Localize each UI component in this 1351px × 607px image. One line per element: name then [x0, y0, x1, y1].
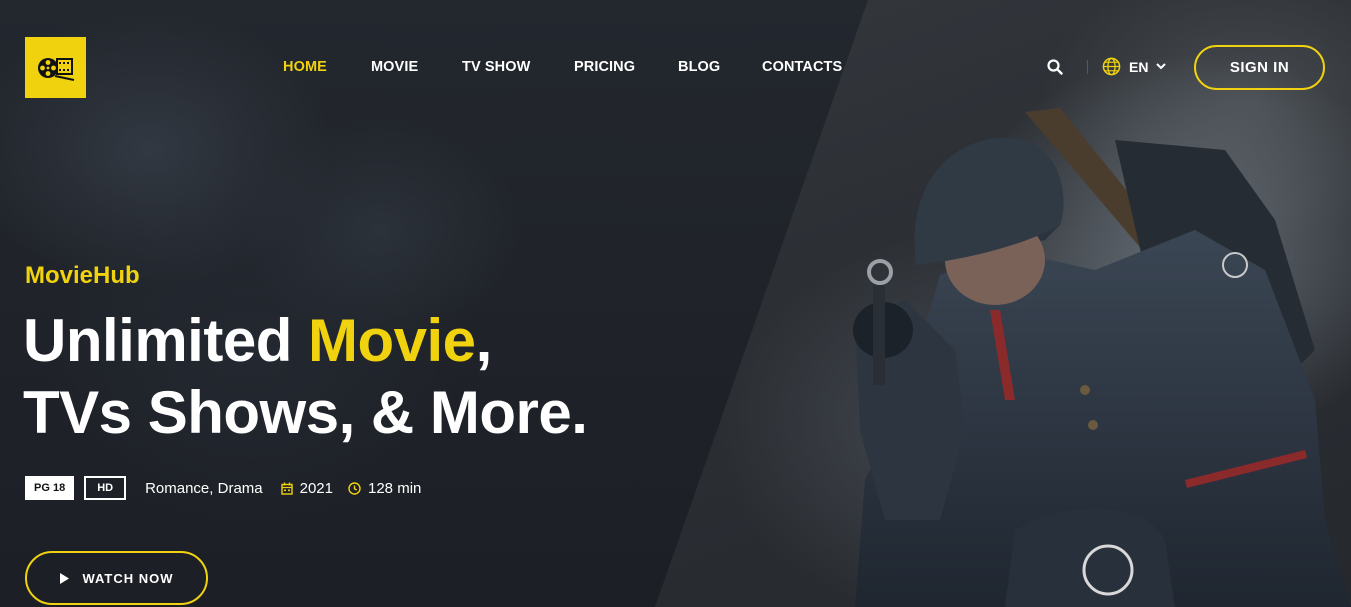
- movie-meta: PG 18 HD Romance, Drama 2021 128 min: [25, 476, 421, 500]
- clock-icon: [348, 481, 361, 495]
- play-icon: [60, 572, 70, 584]
- language-label: EN: [1129, 58, 1149, 75]
- nav-item-home[interactable]: HOME: [283, 59, 327, 75]
- title-part-1: Unlimited: [23, 307, 309, 374]
- genre-text: Romance, Drama: [145, 479, 263, 497]
- sign-in-button[interactable]: SIGN IN: [1194, 45, 1325, 90]
- quality-badge: HD: [84, 476, 127, 500]
- duration-text: 128 min: [368, 479, 422, 497]
- site-logo[interactable]: [25, 37, 86, 98]
- release-year: 2021: [280, 479, 333, 497]
- watch-now-button[interactable]: WATCH NOW: [25, 551, 208, 605]
- nav-item-contacts[interactable]: CONTACTS: [762, 59, 842, 75]
- film-reel-icon: [37, 57, 74, 81]
- nav-item-tv-show[interactable]: TV SHOW: [462, 59, 530, 75]
- globe-icon: [1102, 57, 1121, 76]
- calendar-icon: [280, 482, 293, 495]
- hero-soldier-image: [853, 108, 1351, 607]
- duration: 128 min: [348, 480, 421, 497]
- nav-item-blog[interactable]: BLOG: [678, 59, 720, 75]
- title-highlight: Movie: [308, 307, 476, 374]
- nav-item-pricing[interactable]: PRICING: [574, 59, 635, 75]
- year-text: 2021: [299, 479, 333, 497]
- chevron-down-icon: [1156, 63, 1167, 70]
- hero-title: Unlimited Movie, TVs Shows, & More.: [23, 305, 588, 449]
- nav-item-movie[interactable]: MOVIE: [371, 59, 418, 75]
- title-line-2: TVs Shows, & More.: [23, 379, 588, 446]
- watch-now-label: WATCH NOW: [82, 570, 174, 586]
- title-part-2: ,: [475, 307, 493, 374]
- rating-badge: PG 18: [25, 476, 75, 500]
- language-selector[interactable]: EN: [1102, 57, 1167, 76]
- header-divider: [1087, 60, 1088, 74]
- search-icon[interactable]: [1047, 59, 1063, 75]
- hero-brand: MovieHub: [25, 262, 140, 289]
